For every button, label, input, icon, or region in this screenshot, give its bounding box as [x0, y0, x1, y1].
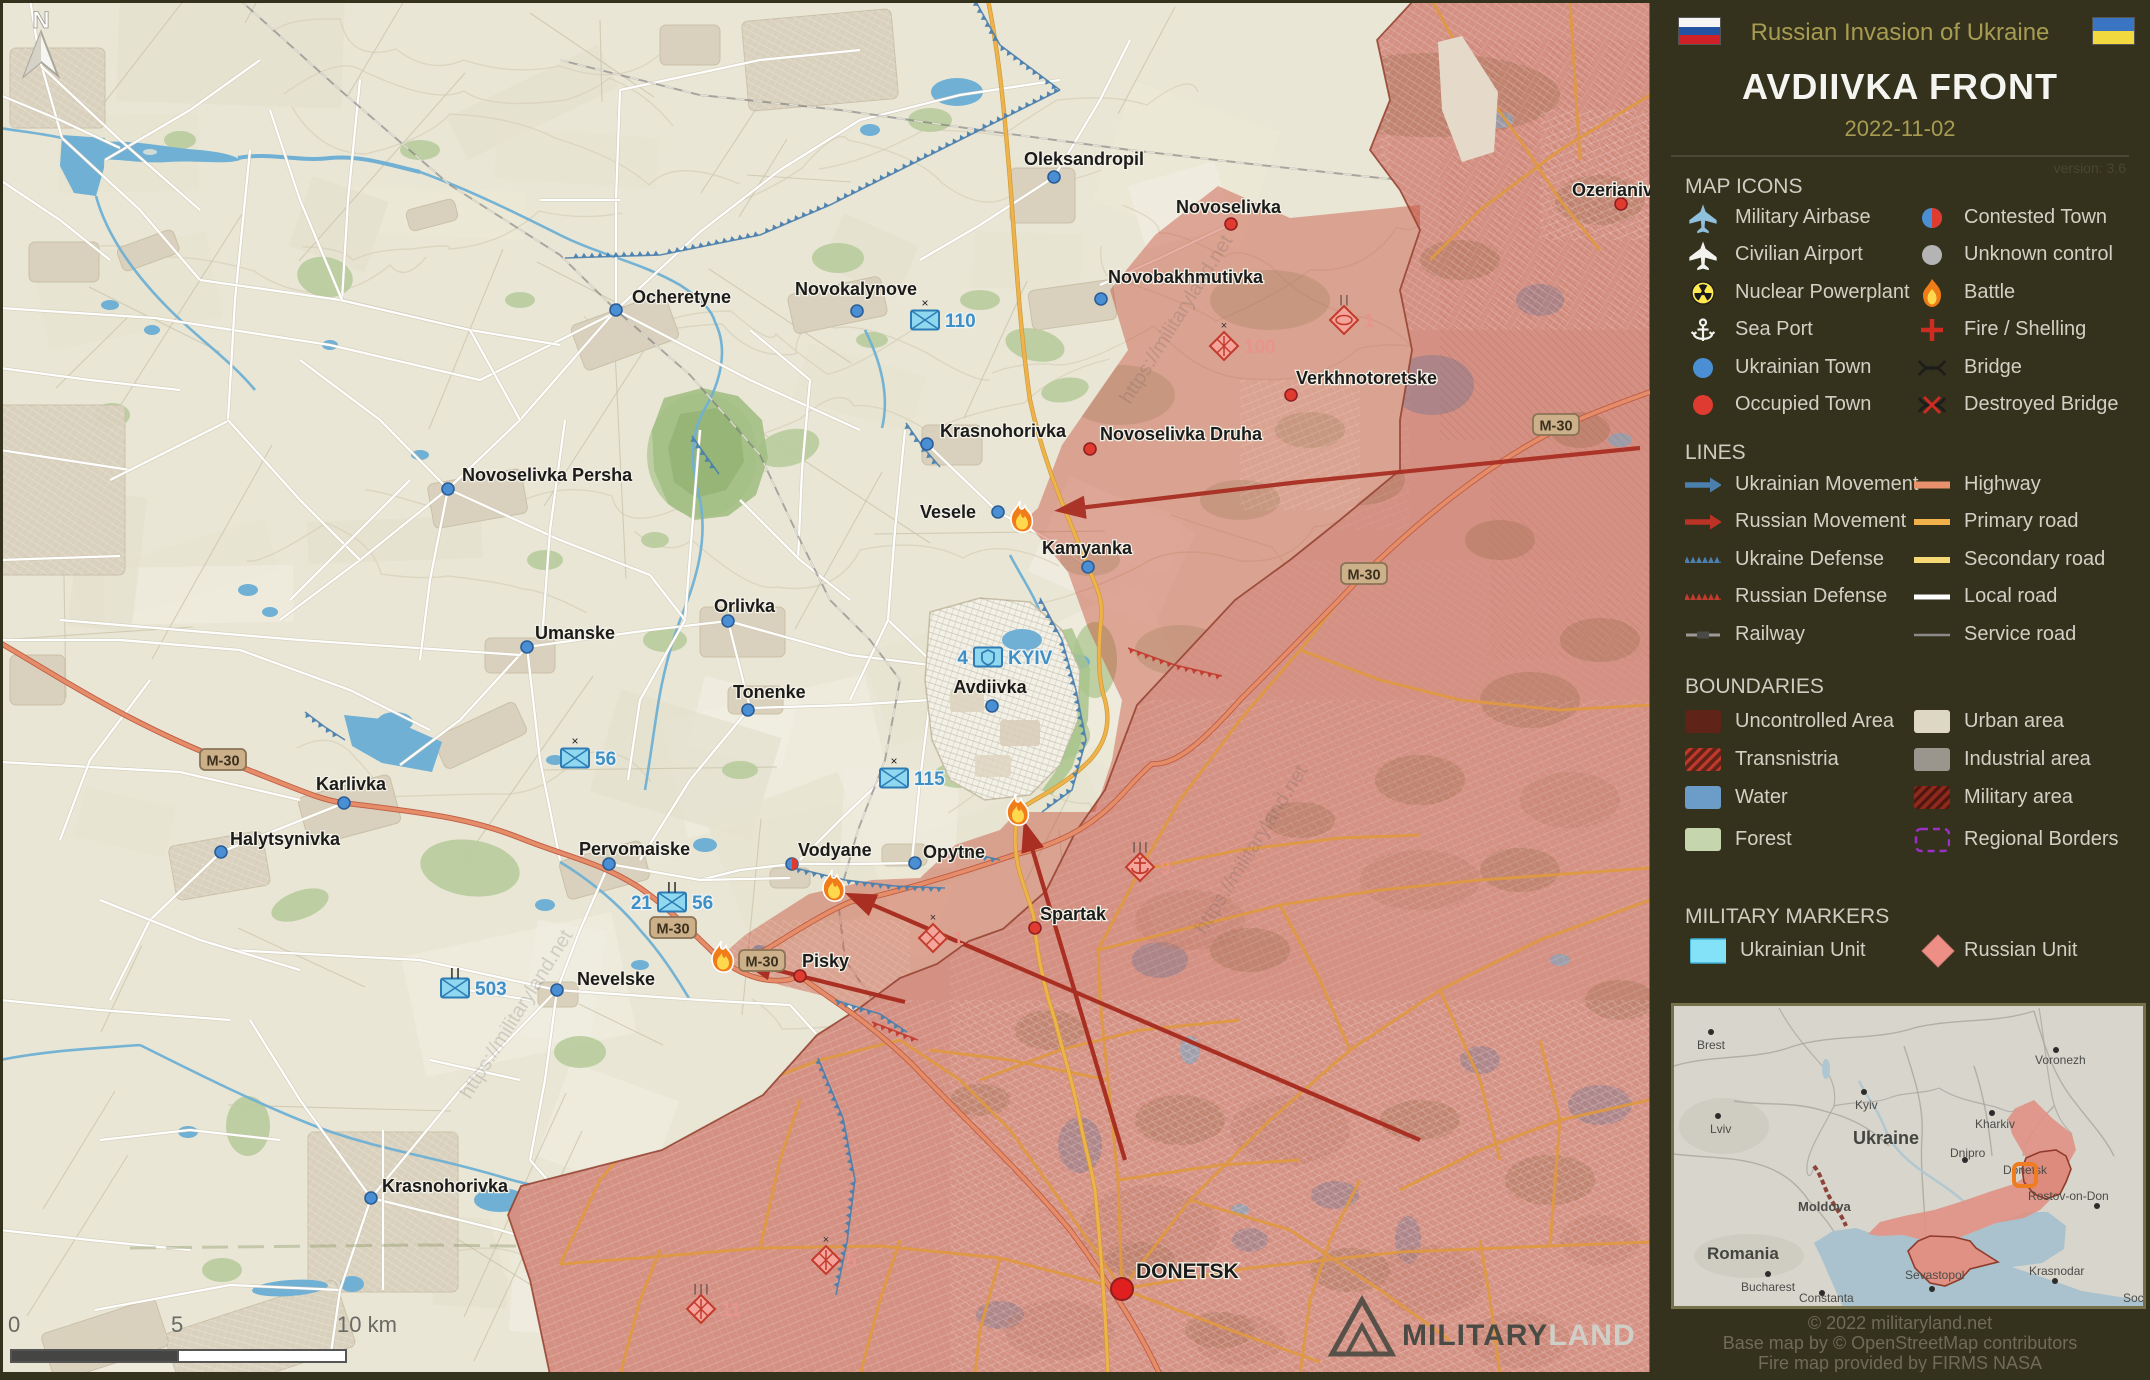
svg-text:1: 1 — [1364, 311, 1375, 332]
svg-text:10 km: 10 km — [337, 1312, 397, 1337]
svg-text:Avdiivka: Avdiivka — [953, 677, 1027, 697]
svg-text:| | |: | | | — [1133, 841, 1148, 853]
svg-text:×: × — [823, 1234, 829, 1246]
svg-text:M-30: M-30 — [1539, 419, 1572, 435]
svg-text:Umanske: Umanske — [535, 623, 615, 643]
svg-text:Ozerianivka: Ozerianivka — [1572, 180, 1650, 200]
svg-text:5: 5 — [846, 1251, 857, 1272]
svg-text:1: 1 — [953, 929, 964, 950]
svg-text:Lviv: Lviv — [1710, 1122, 1731, 1136]
svg-text:×: × — [921, 296, 928, 310]
svg-text:| |: | | — [450, 967, 459, 979]
svg-text:5: 5 — [171, 1312, 183, 1337]
svg-text:Halytsynivka: Halytsynivka — [230, 829, 341, 849]
svg-text:Brest: Brest — [1697, 1038, 1726, 1052]
svg-text:Constanta: Constanta — [1799, 1291, 1854, 1305]
svg-text:Oleksandropil: Oleksandropil — [1024, 149, 1144, 169]
svg-text:Vesele: Vesele — [920, 502, 976, 522]
svg-text:Tonenke: Tonenke — [733, 682, 806, 702]
svg-text:21: 21 — [631, 893, 653, 914]
svg-text:4: 4 — [957, 648, 968, 669]
svg-text:| |: | | — [667, 881, 676, 893]
svg-text:KYIV: KYIV — [1008, 648, 1053, 669]
svg-text:×: × — [571, 734, 578, 748]
svg-text:100: 100 — [1244, 337, 1276, 358]
svg-text:M-30: M-30 — [745, 955, 778, 971]
svg-text:Vodyane: Vodyane — [798, 840, 872, 860]
svg-text:Verkhnotoretske: Verkhnotoretske — [1296, 368, 1437, 388]
svg-text:| | |: | | | — [694, 1283, 709, 1295]
svg-text:0: 0 — [8, 1312, 20, 1337]
svg-text:Pisky: Pisky — [802, 951, 849, 971]
svg-text:DONETSK: DONETSK — [1136, 1260, 1239, 1283]
svg-text:Kamyanka: Kamyanka — [1042, 538, 1133, 558]
svg-text:9: 9 — [1160, 858, 1171, 879]
svg-text:Moldova: Moldova — [1798, 1199, 1851, 1214]
svg-text:Kyiv: Kyiv — [1855, 1098, 1878, 1112]
svg-text:Opytne: Opytne — [923, 842, 985, 862]
svg-text:Spartak: Spartak — [1040, 904, 1107, 924]
svg-text:Rostov-on-Don: Rostov-on-Don — [2028, 1189, 2109, 1203]
svg-text:56: 56 — [692, 893, 713, 914]
svg-text:Pervomaiske: Pervomaiske — [579, 839, 690, 859]
svg-text:Ukraine: Ukraine — [1853, 1128, 1919, 1148]
svg-text:Voronezh: Voronezh — [2035, 1053, 2086, 1067]
svg-text:Krasnohorivka: Krasnohorivka — [382, 1176, 509, 1196]
svg-text:Krasnodar: Krasnodar — [2029, 1264, 2084, 1278]
svg-text:503: 503 — [475, 979, 507, 1000]
svg-text:Novoselivka: Novoselivka — [1176, 197, 1282, 217]
svg-text:Kharkiv: Kharkiv — [1975, 1117, 2015, 1131]
svg-text:Novokalynove: Novokalynove — [795, 279, 917, 299]
svg-text:Dnipro: Dnipro — [1950, 1146, 1986, 1160]
svg-text:×: × — [930, 912, 936, 924]
svg-text:MILITARYLAND: MILITARYLAND — [1402, 1319, 1636, 1352]
svg-text:Krasnohorivka: Krasnohorivka — [940, 421, 1067, 441]
svg-text:110: 110 — [945, 311, 976, 332]
svg-text:Ocheretyne: Ocheretyne — [632, 287, 731, 307]
svg-text:×: × — [890, 754, 897, 768]
svg-text:Novoselivka Druha: Novoselivka Druha — [1100, 424, 1263, 444]
svg-text:M-30: M-30 — [1347, 568, 1380, 584]
svg-text:M-30: M-30 — [206, 754, 239, 770]
svg-text:Bucharest: Bucharest — [1741, 1280, 1796, 1294]
svg-text:Novoselivka Persha: Novoselivka Persha — [462, 465, 633, 485]
svg-text:| |: | | — [1340, 294, 1349, 306]
svg-text:M-30: M-30 — [656, 922, 689, 938]
svg-text:Karlivka: Karlivka — [316, 774, 387, 794]
svg-text:11: 11 — [721, 1300, 742, 1321]
svg-text:56: 56 — [595, 749, 616, 770]
svg-text:×: × — [1221, 320, 1227, 332]
svg-text:115: 115 — [914, 769, 945, 790]
svg-text:Nevelske: Nevelske — [577, 969, 655, 989]
svg-text:Sochi: Sochi — [2123, 1291, 2146, 1305]
svg-text:Sevastopol: Sevastopol — [1905, 1268, 1964, 1282]
svg-text:Romania: Romania — [1707, 1244, 1779, 1263]
svg-text:Orlivka: Orlivka — [714, 596, 776, 616]
